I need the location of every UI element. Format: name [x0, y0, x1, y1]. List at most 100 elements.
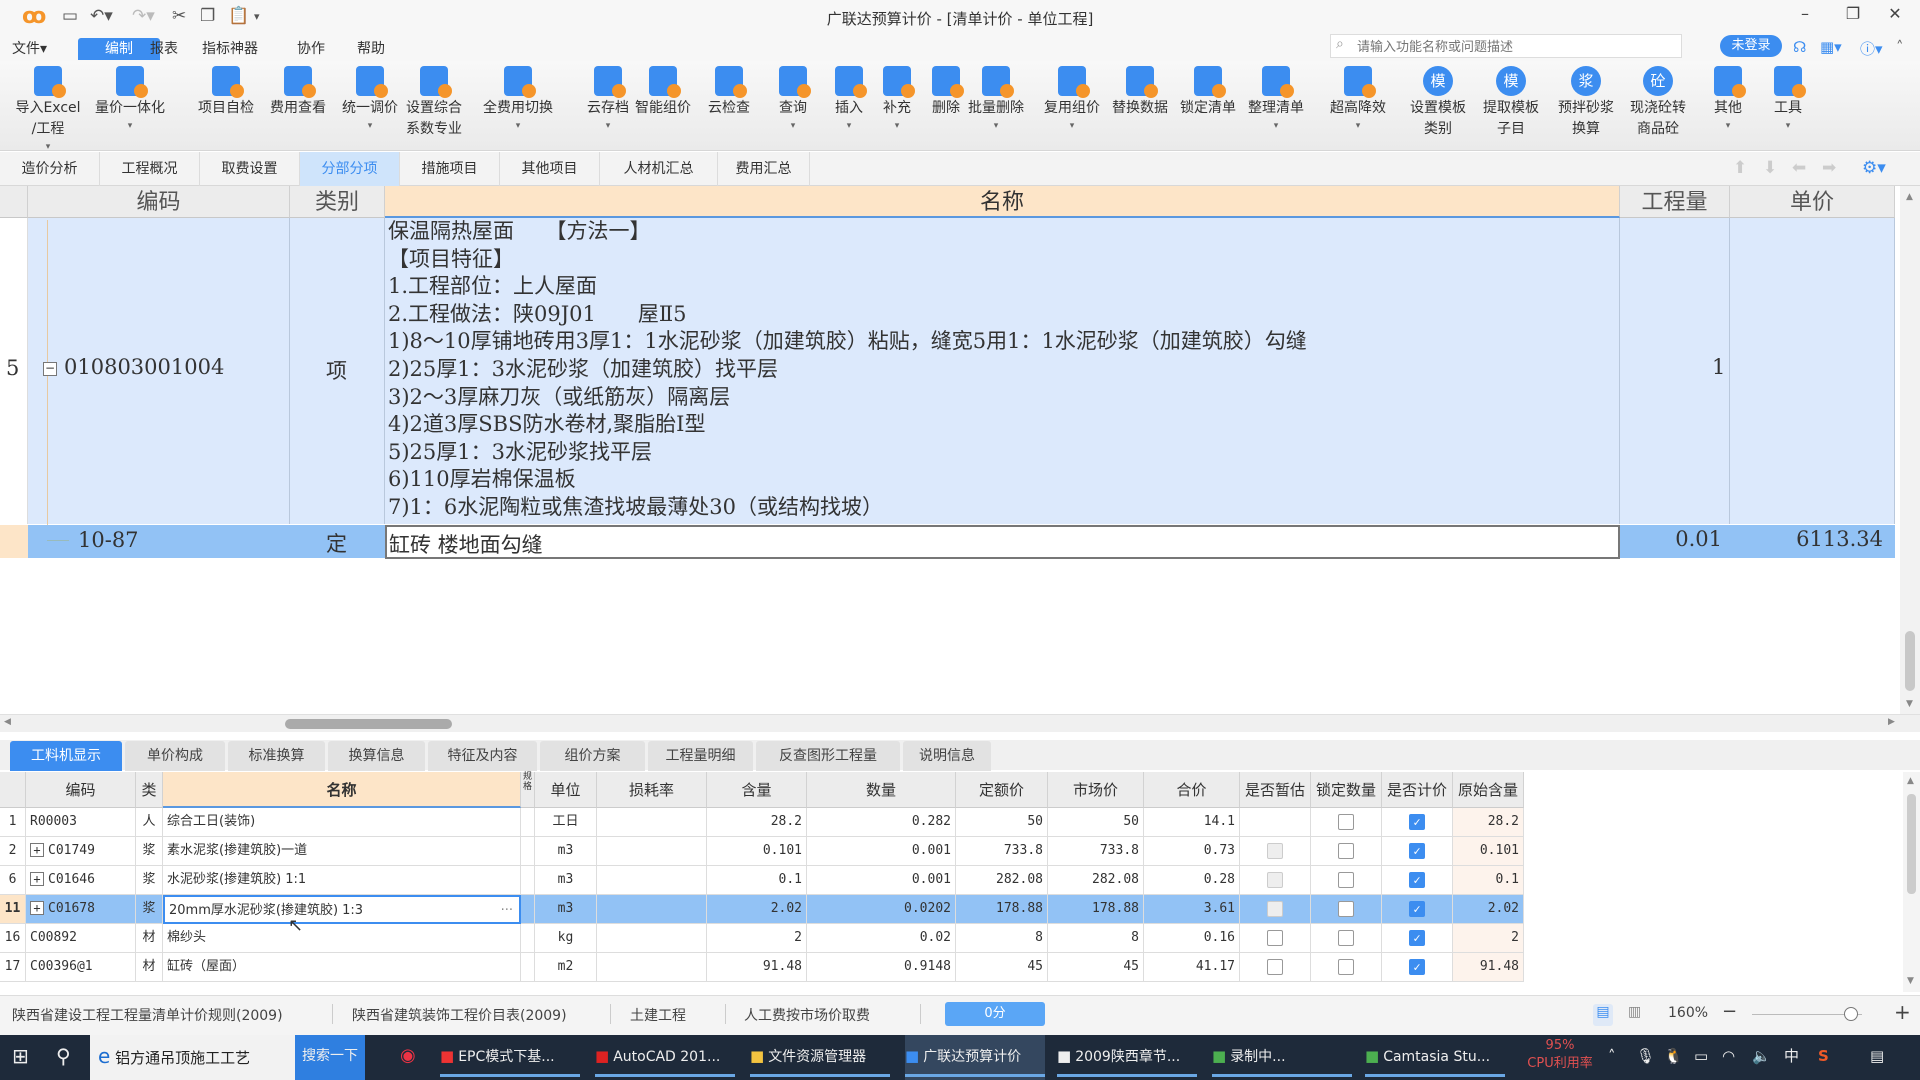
detail-header-1[interactable]: 类别	[136, 772, 163, 835]
ribbon-button-smart-pricing[interactable]: 智能组价	[627, 66, 699, 119]
dropdown-arrow-icon[interactable]: ▾	[334, 119, 406, 133]
priced-checkbox[interactable]: ✓	[1409, 900, 1425, 917]
ribbon-button-price-integration[interactable]: 量价一体化 ▾	[94, 66, 166, 133]
microphone-icon[interactable]: 🎙	[1636, 1035, 1655, 1080]
grid-vertical-scrollbar[interactable]: ▲ ▼	[1900, 186, 1920, 716]
collapse-icon[interactable]: −	[43, 362, 57, 376]
ribbon-button-coefficient[interactable]: 设置综合 系数专业	[398, 66, 470, 140]
tab-3[interactable]: 分部分项	[300, 152, 400, 186]
detail-cell-qty[interactable]: 0.001	[807, 837, 956, 866]
detail-cell-content[interactable]: 28.2	[707, 808, 807, 837]
detail-cell-market[interactable]: 178.88	[1048, 895, 1144, 924]
tab-6[interactable]: 人材机汇总	[600, 152, 718, 186]
lock-quantity-checkbox[interactable]	[1338, 842, 1354, 859]
detail-cell-type[interactable]: 人	[136, 808, 163, 837]
tab-4[interactable]: 措施项目	[400, 152, 500, 186]
detail-cell-name[interactable]: 综合工日(装饰)	[163, 808, 521, 837]
notification-icon[interactable]: ▤	[1870, 1035, 1884, 1080]
taskbar-app-6[interactable]: ■ Camtasia Stu...	[1365, 1035, 1505, 1080]
status-price-table[interactable]: 陕西省建筑装饰工程价目表(2009)	[352, 1005, 567, 1025]
tray-expand-icon[interactable]: ˄	[1608, 1035, 1616, 1080]
detail-cell-loss[interactable]	[597, 895, 707, 924]
detail-cell-loss[interactable]	[597, 953, 707, 982]
detail-tab-7[interactable]: 反查图形工程量	[756, 741, 900, 771]
subitem-name-editor[interactable]: 缸砖 楼地面勾缝	[385, 525, 1620, 559]
detail-header-4[interactable]: 单位	[535, 772, 597, 808]
move-left-icon[interactable]: ⬅	[1792, 158, 1806, 178]
lock-quantity-checkbox[interactable]	[1338, 958, 1354, 975]
menu-collaborate[interactable]: 协作	[285, 38, 337, 60]
tab-7[interactable]: 费用汇总	[718, 152, 810, 186]
detail-header-14[interactable]: 原始含量	[1453, 772, 1524, 808]
function-search-input[interactable]	[1330, 34, 1682, 58]
detail-cell-est[interactable]	[1240, 953, 1311, 982]
detail-cell-content[interactable]: 0.1	[707, 866, 807, 895]
detail-cell-lock[interactable]	[1311, 866, 1382, 895]
detail-tab-1[interactable]: 单价构成	[125, 741, 225, 771]
detail-header-7[interactable]: 数量	[807, 772, 956, 808]
detail-cell-lock[interactable]	[1311, 808, 1382, 837]
detail-cell-qty[interactable]: 0.0202	[807, 895, 956, 924]
scroll-up-icon[interactable]: ▲	[1907, 776, 1914, 786]
detail-cell-qty[interactable]: 0.9148	[807, 953, 956, 982]
detail-cell-orig[interactable]: 0.101	[1453, 837, 1524, 866]
detail-cell-quota[interactable]: 178.88	[956, 895, 1048, 924]
detail-cell-market[interactable]: 282.08	[1048, 866, 1144, 895]
detail-cell-type[interactable]: 材	[136, 953, 163, 982]
more-options-icon[interactable]: ···	[501, 897, 513, 922]
scroll-thumb[interactable]	[1907, 794, 1916, 894]
dropdown-arrow-icon[interactable]: ▾	[94, 119, 166, 133]
dropdown-arrow-icon[interactable]: ▾	[1240, 119, 1312, 133]
ribbon-button-full-fee[interactable]: 全费用切换 ▾	[482, 66, 554, 133]
info-icon[interactable]: ⓘ▾	[1860, 38, 1883, 59]
dropdown-arrow-icon[interactable]: ▾	[1752, 119, 1824, 133]
ribbon-button-self-check[interactable]: 项目自检	[190, 66, 262, 119]
detail-cell-quota[interactable]: 282.08	[956, 866, 1048, 895]
detail-header-6[interactable]: 含量	[707, 772, 807, 808]
taskbar-app-2[interactable]: ■ 文件资源管理器	[750, 1035, 890, 1080]
detail-header-9[interactable]: 市场价	[1048, 772, 1144, 808]
detail-cell-type[interactable]: 浆	[136, 866, 163, 895]
status-project-type[interactable]: 土建工程	[630, 1005, 686, 1025]
detail-cell-market[interactable]: 45	[1048, 953, 1144, 982]
dropdown-arrow-icon[interactable]: ▾	[861, 119, 933, 133]
ribbon-button-tools[interactable]: 工具 ▾	[1752, 66, 1824, 133]
estimate-checkbox[interactable]	[1267, 929, 1283, 946]
qq-icon[interactable]: 🐧	[1664, 1035, 1683, 1080]
detail-cell-content[interactable]: 0.101	[707, 837, 807, 866]
detail-cell-code[interactable]: + C01749	[26, 837, 136, 866]
battery-icon[interactable]: ▭	[1694, 1035, 1708, 1080]
detail-cell-total[interactable]: 0.16	[1144, 924, 1240, 953]
detail-cell-lock[interactable]	[1311, 924, 1382, 953]
detail-cell-loss[interactable]	[597, 924, 707, 953]
detail-cell-type[interactable]: 浆	[136, 837, 163, 866]
apps-grid-icon[interactable]: ▦▾	[1820, 38, 1842, 56]
detail-cell-spec[interactable]	[521, 866, 535, 895]
tab-0[interactable]: 造价分析	[0, 152, 100, 186]
detail-header-13[interactable]: 是否计价	[1382, 772, 1453, 808]
detail-cell-lock[interactable]	[1311, 895, 1382, 924]
priced-checkbox[interactable]: ✓	[1409, 929, 1425, 946]
detail-cell-market[interactable]: 50	[1048, 808, 1144, 837]
ribbon-button-reuse-pricing[interactable]: 复用组价 ▾	[1036, 66, 1108, 133]
detail-cell-priced[interactable]: ✓	[1382, 808, 1453, 837]
detail-cell-qty[interactable]: 0.282	[807, 808, 956, 837]
detail-header-12[interactable]: 锁定数量	[1311, 772, 1382, 808]
zoom-in-button[interactable]: +	[1894, 1000, 1911, 1024]
split-view-icon[interactable]: ▥	[1628, 1004, 1641, 1020]
menu-report[interactable]: 报表	[138, 38, 190, 60]
detail-header-0[interactable]: 编码	[26, 772, 136, 808]
ribbon-button-lock-list[interactable]: 锁定清单	[1172, 66, 1244, 119]
detail-header-3[interactable]: 规格	[521, 772, 535, 808]
detail-cell-loss[interactable]	[597, 866, 707, 895]
detail-tab-6[interactable]: 工程量明细	[648, 741, 753, 771]
menu-help[interactable]: 帮助	[345, 38, 397, 60]
detail-cell-name[interactable]: 缸砖（屋面）	[163, 953, 521, 982]
detail-cell-unit[interactable]: 工日	[535, 808, 597, 837]
detail-cell-loss[interactable]	[597, 837, 707, 866]
detail-cell-est[interactable]	[1240, 866, 1311, 895]
ribbon-button-mortar[interactable]: 浆预拌砂浆 换算	[1550, 66, 1622, 140]
detail-cell-market[interactable]: 8	[1048, 924, 1144, 953]
collapse-ribbon-icon[interactable]: ˄	[1896, 38, 1904, 56]
lock-quantity-checkbox[interactable]	[1338, 929, 1354, 946]
